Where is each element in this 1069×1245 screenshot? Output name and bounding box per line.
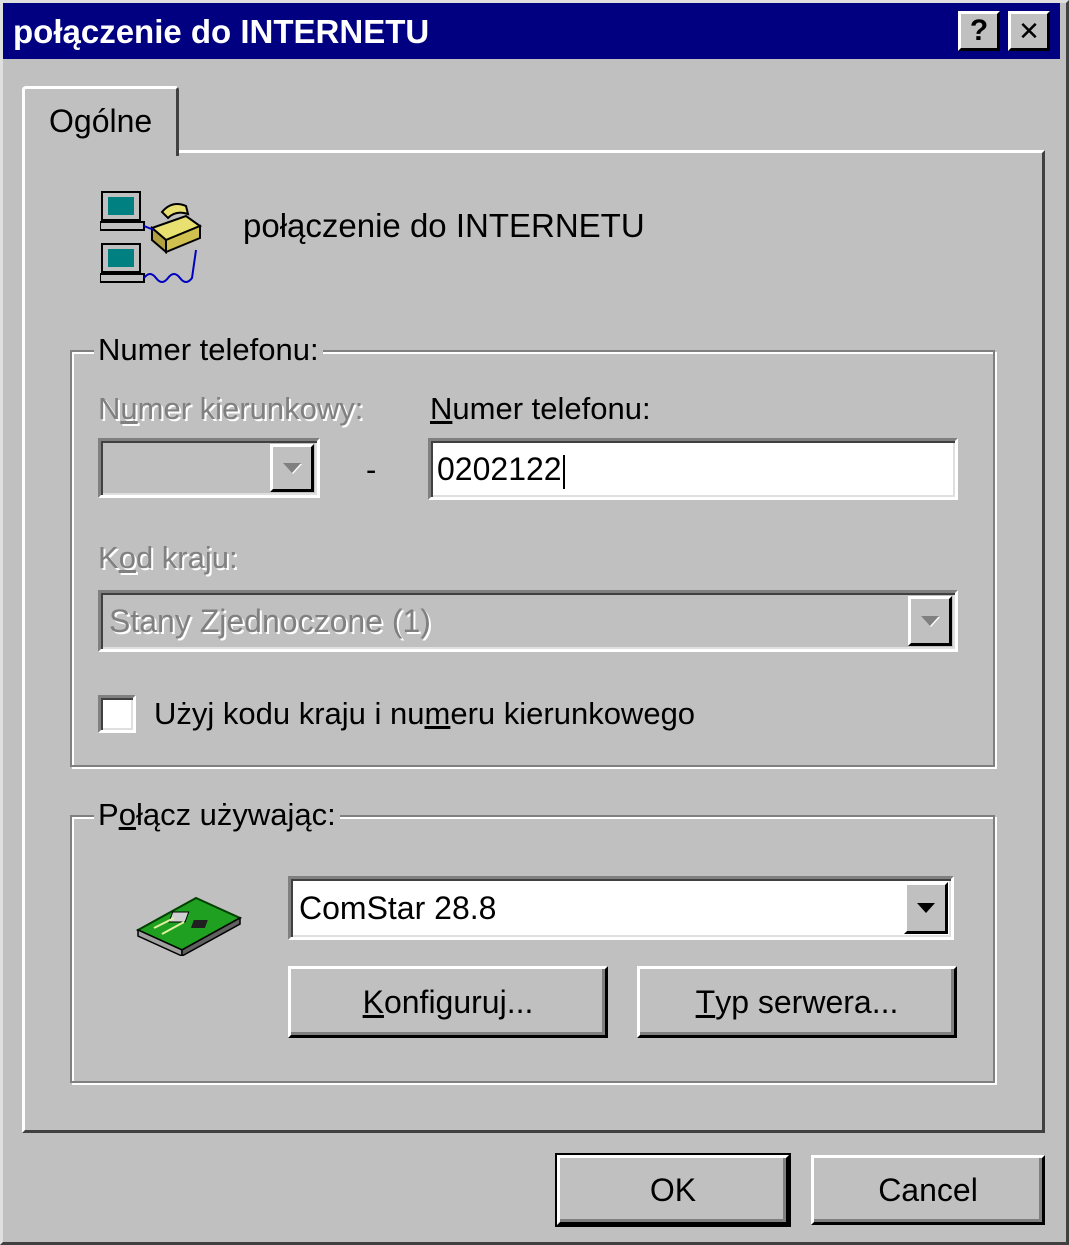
tab-general-label: Ogólne — [49, 103, 153, 139]
area-code-label: Numer kierunkowy: — [98, 391, 364, 426]
dial-up-networking-icon — [100, 191, 203, 283]
country-code-label: Kod kraju: — [98, 540, 238, 575]
modem-card-icon — [135, 896, 243, 956]
tab-general[interactable]: Ogólne — [22, 86, 179, 156]
window-title: połączenie do INTERNETU — [13, 13, 430, 50]
area-code-combobox[interactable] — [98, 438, 320, 498]
connect-using-legend: Połącz używając: — [94, 797, 340, 833]
phone-number-label: Numer telefonu: — [430, 391, 651, 426]
use-country-code-label[interactable]: Użyj kodu kraju i numeru kierunkowego — [154, 696, 695, 732]
title-bar[interactable]: połączenie do INTERNETU ? ✕ — [3, 3, 1060, 59]
help-button[interactable]: ? — [958, 11, 1000, 51]
cancel-button[interactable]: Cancel — [811, 1155, 1045, 1225]
chevron-down-icon — [921, 616, 939, 626]
country-code-value: Stany Zjednoczone (1) — [109, 603, 431, 639]
phone-number-legend: Numer telefonu: — [94, 332, 323, 368]
text-caret — [562, 454, 565, 489]
use-country-code-checkbox[interactable] — [98, 695, 136, 733]
connection-name: połączenie do INTERNETU — [243, 207, 645, 244]
area-code-dropdown-button[interactable] — [270, 444, 314, 492]
modem-dropdown-button[interactable] — [904, 882, 948, 934]
chevron-down-icon — [283, 463, 301, 473]
country-code-combobox[interactable]: Stany Zjednoczone (1) — [98, 590, 958, 652]
country-code-dropdown-button[interactable] — [908, 596, 952, 646]
server-type-button[interactable]: Typ serwera... — [637, 966, 957, 1038]
close-icon: ✕ — [1018, 16, 1040, 46]
modem-select[interactable]: ComStar 28.8 — [288, 876, 954, 940]
ok-button[interactable]: OK — [555, 1153, 791, 1227]
area-code-separator: - — [366, 452, 377, 487]
chevron-down-icon — [917, 903, 935, 913]
modem-select-value: ComStar 28.8 — [299, 890, 497, 926]
help-icon: ? — [969, 14, 989, 47]
configure-button[interactable]: Konfiguruj... — [288, 966, 608, 1038]
close-button[interactable]: ✕ — [1008, 11, 1050, 51]
phone-number-value: 0202122 — [437, 451, 562, 487]
phone-number-input[interactable]: 0202122 — [428, 438, 958, 500]
